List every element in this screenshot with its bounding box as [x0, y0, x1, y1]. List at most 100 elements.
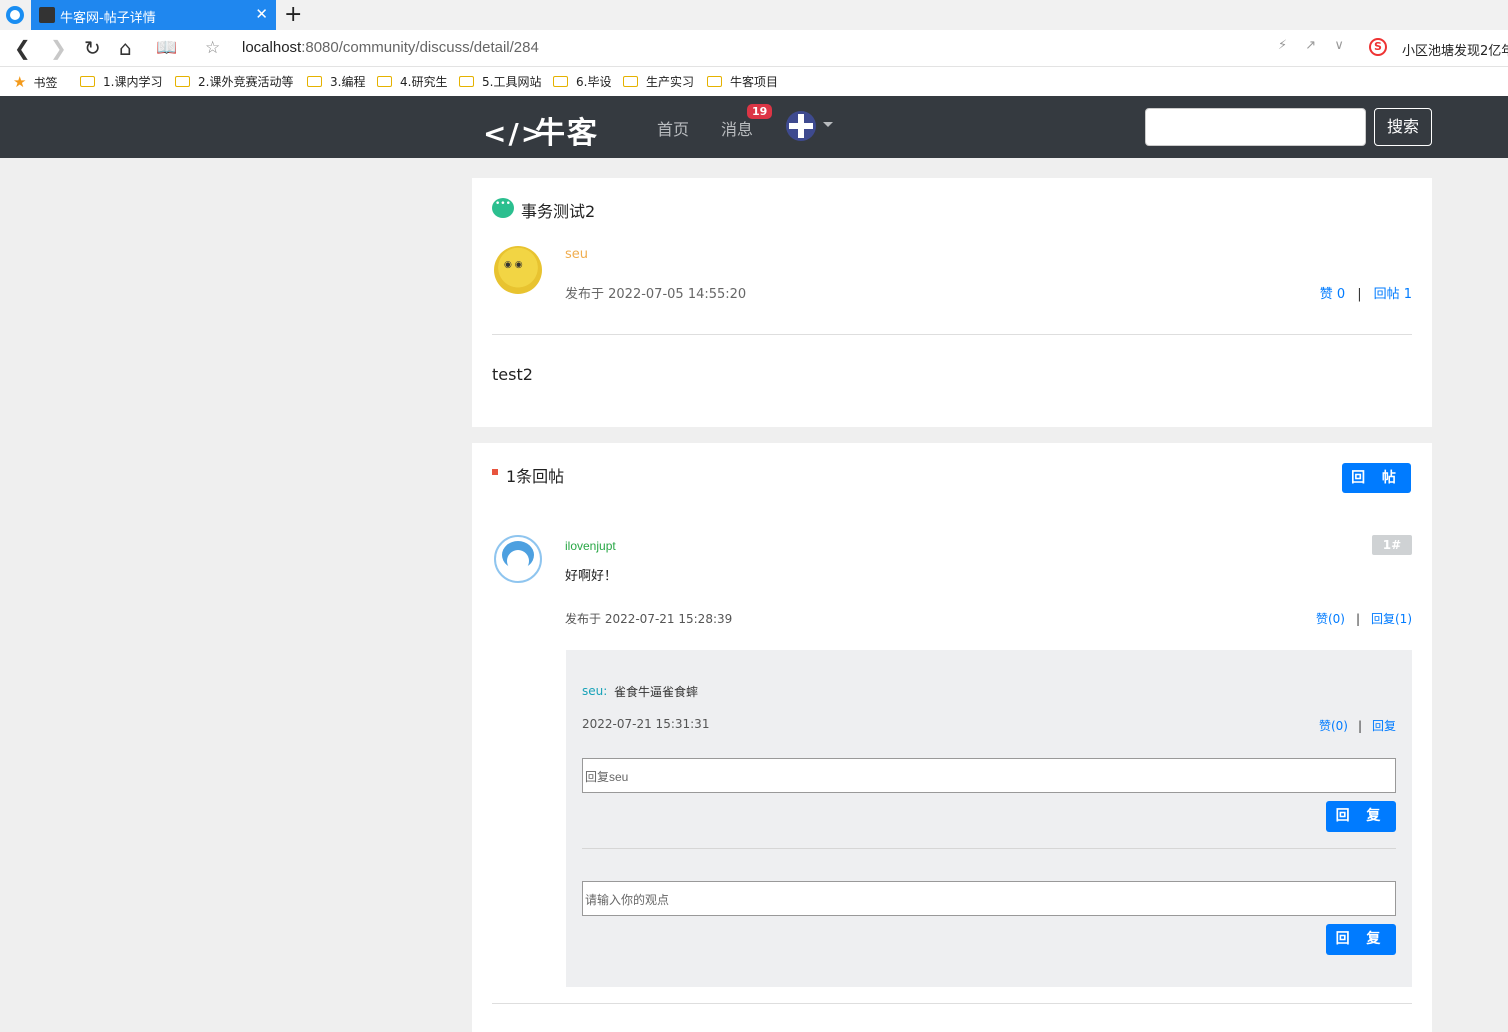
search-button[interactable]: 搜索	[1374, 108, 1432, 146]
post-actions: 赞 0 | 回帖 1	[1320, 283, 1412, 302]
tab-favicon-icon	[39, 7, 55, 23]
folder-icon	[707, 76, 722, 87]
bookmark-label: 2.课外竞赛活动等	[198, 75, 294, 89]
address-tools: ⚡ ↗ ∨	[1278, 38, 1358, 53]
share-icon[interactable]: ↗	[1305, 38, 1316, 53]
commenter-avatar[interactable]	[494, 535, 542, 583]
bookmark-label: 生产实习	[646, 75, 695, 89]
separator: |	[1357, 287, 1362, 302]
user-avatar[interactable]	[786, 111, 816, 141]
bookmark-star-icon[interactable]: ☆	[205, 36, 220, 60]
reader-mode-icon[interactable]: 📖	[156, 36, 177, 60]
reply-count: 1条回帖	[506, 467, 565, 486]
floor-badge: 1#	[1372, 535, 1412, 555]
sub-reply-reply-link[interactable]: 回复	[1372, 719, 1396, 733]
bookmarks-menu[interactable]: ★ 书签	[13, 73, 57, 91]
post-content: test2	[492, 365, 533, 384]
divider	[492, 334, 1412, 335]
sub-reply-actions: 赞(0) | 回复	[1319, 717, 1396, 734]
post-card: 事务测试2 seu 发布于 2022-07-05 14:55:20 赞 0 | 回帖…	[472, 178, 1432, 427]
comment-actions: 赞(0) | 回复(1)	[1316, 610, 1412, 627]
nav-messages-link[interactable]: 消息	[721, 116, 753, 140]
folder-icon	[175, 76, 190, 87]
sub-reply-text: 雀食牛逼雀食蟀	[614, 685, 699, 699]
bookmark-folder[interactable]: 4.研究生	[377, 73, 447, 90]
logo-mark-icon: </>	[483, 117, 547, 150]
search-engine-icon[interactable]: S	[1369, 38, 1387, 56]
forward-arrow-icon[interactable]: ❯	[50, 36, 67, 60]
bookmark-folder[interactable]: 生产实习	[623, 73, 694, 90]
bookmark-folder[interactable]: 5.工具网站	[459, 73, 541, 90]
bookmark-folder[interactable]: 6.毕设	[553, 73, 611, 90]
bookmark-folder[interactable]: 2.课外竞赛活动等	[175, 73, 293, 90]
browser-tab-bar: 牛客网-帖子详情 ✕ +	[0, 0, 1508, 30]
bookmark-folder[interactable]: 牛客项目	[707, 73, 778, 90]
post-time: 发布于 2022-07-05 14:55:20	[565, 287, 747, 302]
comment-like-link[interactable]: 赞(0)	[1316, 612, 1345, 626]
new-tab-button[interactable]: +	[284, 2, 302, 27]
folder-icon	[80, 76, 95, 87]
folder-icon	[553, 76, 568, 87]
author-name[interactable]: seu	[565, 247, 588, 262]
opinion-submit-button[interactable]: 回 复	[1326, 924, 1396, 955]
separator: |	[1355, 612, 1360, 626]
bookmark-label: 4.研究生	[400, 75, 448, 89]
bookmark-label: 1.课内学习	[103, 75, 163, 89]
section-marker-icon	[492, 469, 498, 475]
tab-title: 牛客网-帖子详情	[60, 11, 156, 26]
comment-time: 发布于 2022-07-21 15:28:39	[565, 612, 733, 626]
search-input[interactable]	[1145, 108, 1366, 146]
sub-reply-time: 2022-07-21 15:31:31	[582, 717, 710, 731]
url-input[interactable]: localhost:8080/community/discuss/detail/…	[242, 39, 539, 56]
sub-reply-box: seu: 雀食牛逼雀食蟀 2022-07-21 15:31:31 赞(0) | 回复…	[566, 650, 1412, 987]
divider	[582, 848, 1396, 849]
divider	[492, 1003, 1412, 1004]
chat-bubble-icon	[492, 198, 514, 218]
separator: |	[1357, 719, 1362, 733]
site-logo[interactable]: </>牛客	[483, 108, 599, 152]
bookmark-label: 6.毕设	[576, 75, 612, 89]
sub-reply-input[interactable]: 回复seu	[582, 758, 1396, 793]
nav-home-link[interactable]: 首页	[657, 116, 689, 140]
folder-icon	[307, 76, 322, 87]
bookmark-label: 3.编程	[330, 75, 366, 89]
address-bar: ❮ ❯ ↻ ⌂ 📖 ☆ localhost:8080/community/dis…	[0, 30, 1508, 67]
url-host: localhost	[242, 39, 302, 56]
lightning-icon[interactable]: ⚡	[1278, 38, 1287, 53]
message-count-badge: 19	[747, 104, 773, 119]
bookmark-label: 牛客项目	[730, 75, 779, 89]
sub-reply-submit-button[interactable]: 回 复	[1326, 801, 1396, 832]
star-icon: ★	[13, 73, 27, 91]
bookmark-folder[interactable]: 3.编程	[307, 73, 365, 90]
back-arrow-icon[interactable]: ❮	[14, 36, 31, 60]
post-title: 事务测试2	[521, 202, 596, 221]
folder-icon	[459, 76, 474, 87]
opinion-input[interactable]: 请输入你的观点	[582, 881, 1396, 916]
bookmarks-label: 书签	[33, 76, 58, 90]
bookmark-folder[interactable]: 1.课内学习	[80, 73, 162, 90]
home-icon[interactable]: ⌂	[119, 36, 132, 60]
author-avatar[interactable]	[494, 246, 542, 294]
reload-icon[interactable]: ↻	[84, 36, 101, 60]
sub-reply-user[interactable]: seu:	[582, 684, 607, 698]
post-reply-link[interactable]: 回帖 1	[1374, 287, 1412, 302]
comment-text: 好啊好！	[565, 569, 618, 584]
news-ticker[interactable]: 小区池塘发现2亿年	[1402, 40, 1508, 59]
reply-post-button[interactable]: 回 帖	[1342, 463, 1411, 493]
folder-icon	[377, 76, 392, 87]
browser-tab-active[interactable]: 牛客网-帖子详情 ✕	[31, 0, 276, 30]
commenter-name[interactable]: ilovenjupt	[565, 539, 616, 553]
tab-close-icon[interactable]: ✕	[255, 5, 268, 23]
logo-text: 牛客	[535, 116, 599, 151]
comment-reply-link[interactable]: 回复(1)	[1371, 612, 1412, 626]
folder-icon	[623, 76, 638, 87]
replies-card: 1条回帖 回 帖 ilovenjupt 1# 好啊好！ 发布于 2022-07-…	[472, 443, 1432, 1032]
bookmark-label: 5.工具网站	[482, 75, 542, 89]
url-path: :8080/community/discuss/detail/284	[301, 39, 539, 56]
dropdown-caret-icon[interactable]	[823, 122, 833, 127]
post-like-link[interactable]: 赞 0	[1320, 287, 1345, 302]
bookmarks-bar: ★ 书签 1.课内学习 2.课外竞赛活动等 3.编程 4.研究生 5.工具网站 6…	[0, 67, 1508, 96]
browser-logo-icon	[6, 6, 24, 24]
chevron-down-icon[interactable]: ∨	[1334, 38, 1344, 53]
sub-reply-like-link[interactable]: 赞(0)	[1319, 719, 1348, 733]
